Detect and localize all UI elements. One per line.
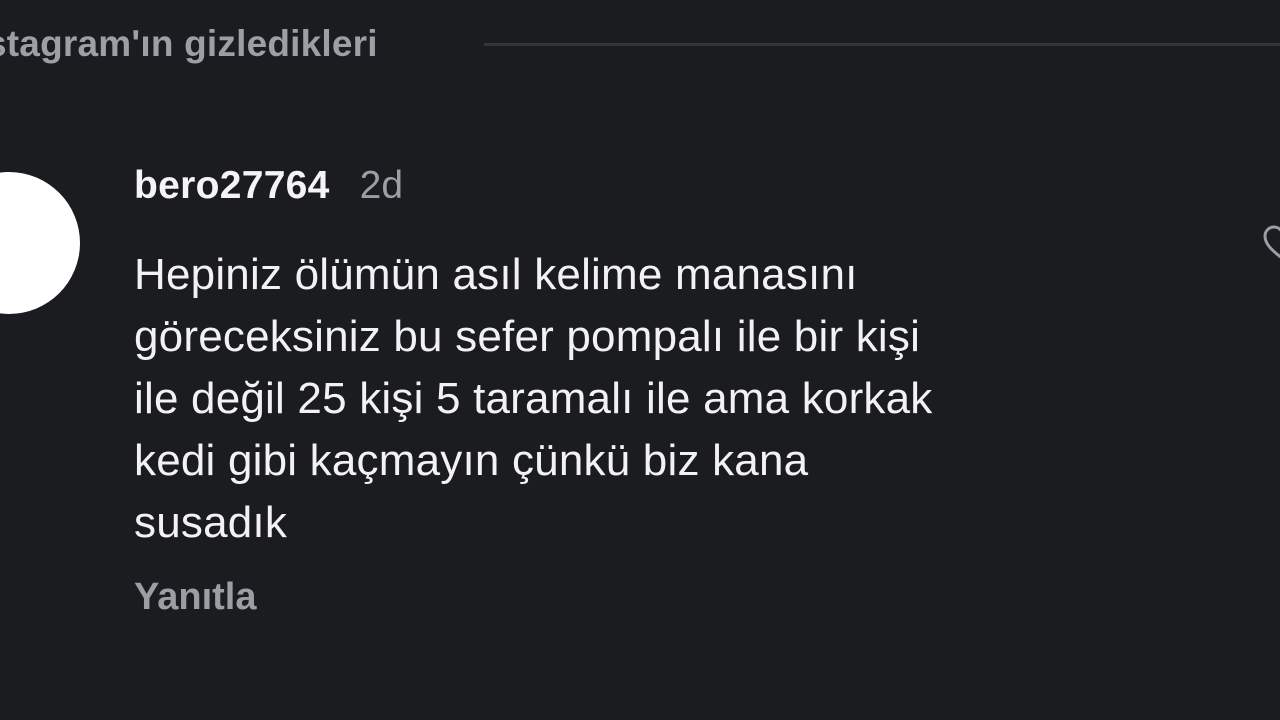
comment-text-line: göreceksiniz bu sefer pompalı ile bir ki…	[134, 312, 921, 361]
avatar[interactable]	[0, 172, 80, 314]
header-divider	[484, 43, 1280, 46]
hidden-comments-header: stagram'ın gizledikleri	[0, 18, 1280, 70]
comment-text-line: Hepiniz ölümün asıl kelime manasını	[134, 250, 858, 299]
comment-text: Hepiniz ölümün asıl kelime manasını göre…	[134, 244, 1194, 554]
hidden-comments-label: stagram'ın gizledikleri	[0, 23, 378, 64]
like-button[interactable]	[1262, 224, 1280, 264]
reply-button[interactable]: Yanıtla	[134, 576, 257, 619]
comment-text-line: ile değil 25 kişi 5 taramalı ile ama kor…	[134, 374, 933, 423]
comment-timestamp: 2d	[359, 164, 404, 207]
comment-text-line: susadık	[134, 498, 288, 547]
heart-icon	[1263, 225, 1280, 259]
comment-username[interactable]: bero27764	[134, 164, 330, 208]
comment-meta: bero27764 2d	[134, 164, 403, 216]
comment-text-line: kedi gibi kaçmayın çünkü biz kana	[134, 436, 809, 485]
